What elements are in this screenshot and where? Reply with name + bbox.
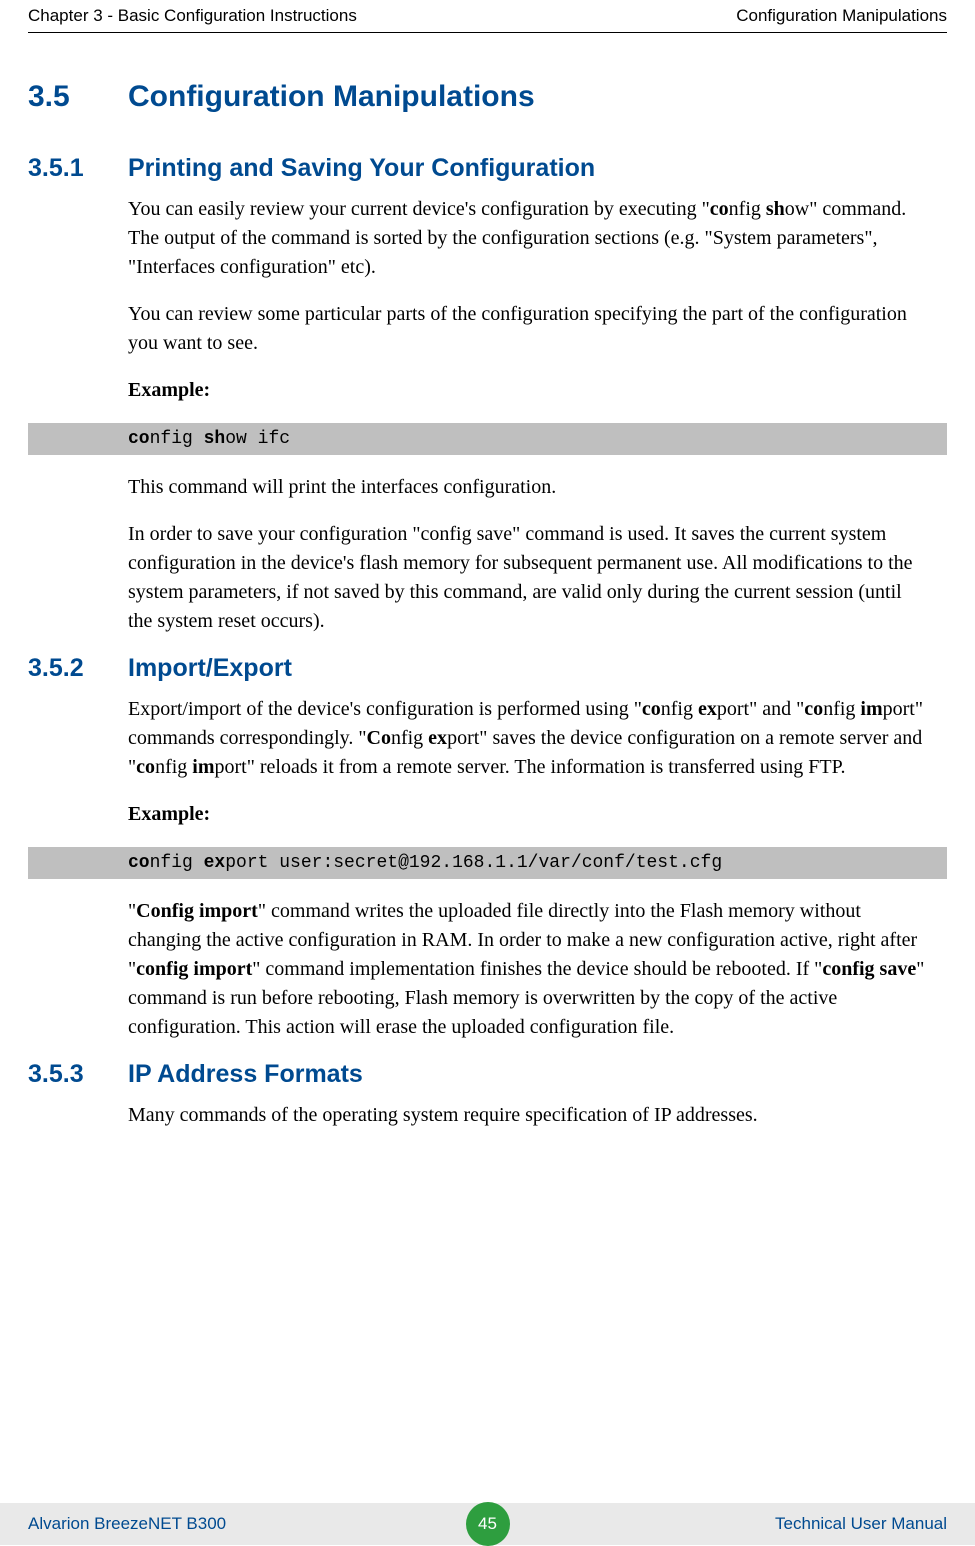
footer-right: Technical User Manual bbox=[775, 1514, 947, 1534]
code-bold: ex bbox=[204, 853, 226, 873]
code-run: port user:secret@192.168.1.1/var/conf/te… bbox=[225, 853, 722, 873]
example-label: Example: bbox=[128, 376, 927, 405]
header-left: Chapter 3 - Basic Configuration Instruct… bbox=[28, 6, 357, 26]
section-3-5: 3.5 Configuration Manipulations bbox=[28, 80, 947, 114]
text-run-bold: im bbox=[192, 756, 214, 778]
code-text: config export user:secret@192.168.1.1/va… bbox=[128, 853, 947, 873]
section-number: 3.5.3 bbox=[28, 1060, 84, 1089]
code-run: nfig bbox=[150, 429, 204, 449]
body-paragraph: Many commands of the operating system re… bbox=[128, 1101, 927, 1130]
code-bold: sh bbox=[204, 429, 226, 449]
example-label: Example: bbox=[128, 800, 927, 829]
section-title: Printing and Saving Your Configuration bbox=[128, 154, 947, 183]
text-run: nfig bbox=[155, 756, 192, 778]
section-title: Configuration Manipulations bbox=[128, 80, 947, 114]
text-run: " bbox=[128, 900, 136, 922]
section-number: 3.5.1 bbox=[28, 154, 84, 183]
text-run: Export/import of the device's configurat… bbox=[128, 698, 642, 720]
code-bold: co bbox=[128, 853, 150, 873]
body-paragraph: You can easily review your current devic… bbox=[128, 195, 927, 282]
page-number: 45 bbox=[478, 1514, 497, 1534]
text-run-bold: ex bbox=[698, 698, 717, 720]
text-run-bold: co bbox=[804, 698, 823, 720]
page-number-badge: 45 bbox=[466, 1502, 510, 1546]
text-run-bold: Co bbox=[367, 727, 391, 749]
body-paragraph: This command will print the interfaces c… bbox=[128, 473, 927, 502]
text-run: " command implementation finishes the de… bbox=[252, 958, 822, 980]
section-number: 3.5.2 bbox=[28, 654, 84, 683]
header-rule bbox=[28, 32, 947, 33]
text-run-bold: Example: bbox=[128, 803, 210, 825]
code-bold: co bbox=[128, 429, 150, 449]
text-run-bold: co bbox=[136, 756, 155, 778]
header-right: Configuration Manipulations bbox=[736, 6, 947, 26]
section-title: IP Address Formats bbox=[128, 1060, 947, 1089]
body-paragraph: "Config import" command writes the uploa… bbox=[128, 897, 927, 1042]
code-block: config show ifc bbox=[28, 423, 947, 455]
section-number: 3.5 bbox=[28, 80, 70, 114]
body-paragraph: Export/import of the device's configurat… bbox=[128, 695, 927, 782]
code-run: ow ifc bbox=[225, 429, 290, 449]
section-3-5-2: 3.5.2 Import/Export bbox=[28, 654, 947, 683]
code-block: config export user:secret@192.168.1.1/va… bbox=[28, 847, 947, 879]
section-title: Import/Export bbox=[128, 654, 947, 683]
text-run-bold: config import bbox=[136, 958, 252, 980]
section-3-5-1: 3.5.1 Printing and Saving Your Configura… bbox=[28, 154, 947, 183]
code-text: config show ifc bbox=[128, 429, 947, 449]
text-run-bold: sh bbox=[766, 198, 785, 220]
section-3-5-3: 3.5.3 IP Address Formats bbox=[28, 1060, 947, 1089]
footer: Alvarion BreezeNET B300 45 Technical Use… bbox=[0, 1503, 975, 1545]
body-paragraph: You can review some particular parts of … bbox=[128, 300, 927, 358]
text-run: port" reloads it from a remote server. T… bbox=[215, 756, 846, 778]
text-run-bold: Config import bbox=[136, 900, 258, 922]
text-run-bold: im bbox=[860, 698, 882, 720]
text-run-bold: ex bbox=[428, 727, 447, 749]
text-run-bold: config save bbox=[822, 958, 916, 980]
text-run: nfig bbox=[729, 198, 766, 220]
text-run: port" and " bbox=[717, 698, 804, 720]
footer-left: Alvarion BreezeNET B300 bbox=[28, 1514, 226, 1534]
text-run-bold: co bbox=[710, 198, 729, 220]
text-run-bold: Example: bbox=[128, 379, 210, 401]
text-run-bold: co bbox=[642, 698, 661, 720]
code-run: nfig bbox=[150, 853, 204, 873]
text-run: You can easily review your current devic… bbox=[128, 198, 710, 220]
body-paragraph: In order to save your configuration "con… bbox=[128, 520, 927, 636]
text-run: nfig bbox=[823, 698, 860, 720]
text-run: nfig bbox=[391, 727, 428, 749]
text-run: nfig bbox=[661, 698, 698, 720]
